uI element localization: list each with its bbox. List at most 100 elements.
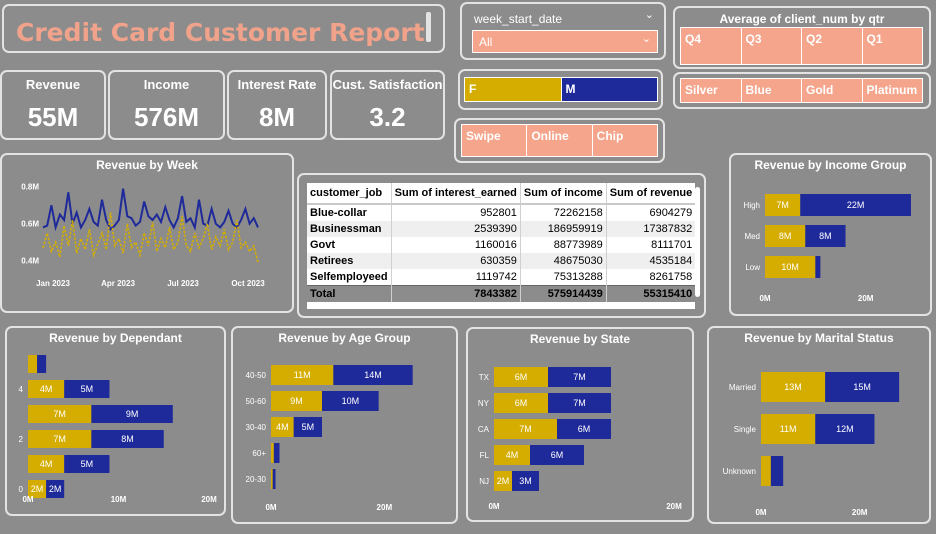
table-cell: Total [307, 285, 392, 302]
table-cell: Businessman [307, 221, 392, 237]
kpi-card-interest-rate: Interest Rate 8M [227, 70, 327, 140]
use-chip-tiles: Swipe Online Chip [461, 124, 658, 157]
use-chip-option-chip[interactable]: Chip [592, 125, 657, 156]
week-dropdown[interactable]: All ⌄ [472, 30, 658, 53]
card-option-gold[interactable]: Gold [802, 79, 863, 102]
category-label: Single [734, 425, 757, 434]
table-cell: 575914439 [520, 285, 607, 302]
card-tiles: Silver Blue Gold Platinum [680, 78, 923, 103]
x-tick-label: 20M [201, 495, 217, 504]
bar [28, 355, 38, 373]
data-label: 3M [519, 476, 532, 486]
column-header[interactable]: customer_job [307, 183, 392, 205]
category-label: 2 [19, 435, 24, 444]
qtr-option-q4[interactable]: Q4 [681, 28, 742, 64]
x-tick-label: Jan 2023 [36, 279, 70, 288]
data-label: 9M [290, 396, 303, 406]
card-option-silver[interactable]: Silver [681, 79, 742, 102]
table-cell: 6904279 [606, 204, 695, 221]
data-label: 9M [126, 409, 139, 419]
category-label: 4 [19, 385, 24, 394]
column-header[interactable]: Sum of income [520, 183, 607, 205]
bar [271, 469, 273, 489]
use-chip-option-swipe[interactable]: Swipe [462, 125, 528, 156]
table-cell: 8111701 [606, 237, 695, 253]
category-label: NY [478, 399, 490, 408]
revenue-by-state-panel: Revenue by State TX 6M 7M NY 6M 7M CA 7M 6M FL 4M 6… [466, 327, 694, 522]
qtr-option-q1[interactable]: Q1 [862, 28, 922, 64]
table-cell: 55315410 [606, 285, 695, 302]
table-row[interactable]: Selfemployeed 1119742 75313288 8261758 [307, 269, 695, 286]
data-label: 2M [49, 484, 62, 494]
data-label: 5M [302, 422, 315, 432]
data-label: 11M [294, 370, 311, 380]
category-label: 0 [19, 485, 24, 494]
table-cell: Govt [307, 237, 392, 253]
bar [761, 456, 771, 486]
revenue-by-marital-panel: Revenue by Marital Status Married 13M 15M S… [707, 326, 931, 524]
table-cell: Selfemployeed [307, 269, 392, 286]
card-slicer: Silver Blue Gold Platinum [673, 72, 931, 109]
table-row[interactable]: Blue-collar 952801 72262158 6904279 [307, 204, 695, 221]
gender-tiles: F M [464, 77, 658, 102]
revenue-by-income-panel: Revenue by Income Group High 7M 22M Med 8M 8M… [729, 153, 932, 316]
x-tick-label: 0M [22, 495, 33, 504]
chevron-down-icon[interactable]: ⌄ [645, 8, 654, 21]
gender-option-m[interactable]: M [561, 78, 657, 101]
qtr-tiles: Q4 Q3 Q2 Q1 [680, 27, 923, 65]
chart-title: Revenue by Marital Status [744, 331, 894, 345]
data-label: 8M [121, 434, 134, 444]
category-label: TX [479, 373, 490, 382]
revenue-by-week-chart: 0.4M 0.6M 0.8M Jan 2023 Apr 2023 Jul 2023 Oct … [21, 183, 265, 288]
data-label: 4M [40, 384, 53, 394]
bar [37, 355, 47, 373]
category-label: 20-30 [246, 475, 267, 484]
revenue-by-age-chart: 40-50 11M 14M 50-60 9M 10M 30-40 4M 5M 60+ 20-30 0M… [246, 365, 413, 512]
qtr-option-q2[interactable]: Q2 [802, 28, 863, 64]
data-label: 2M [31, 484, 44, 494]
column-header[interactable]: Sum of revenue [606, 183, 695, 205]
table-row[interactable]: Businessman 2539390 186959919 17387832 [307, 221, 695, 237]
x-tick-label: 20M [852, 508, 868, 517]
category-label: CA [478, 425, 490, 434]
column-header[interactable]: Sum of interest_earned [391, 183, 521, 205]
table-row[interactable]: Retirees 630359 48675030 4535184 [307, 253, 695, 269]
table-cell: 952801 [391, 204, 521, 221]
table-cell: 7843382 [391, 285, 521, 302]
bar [271, 443, 274, 463]
data-label: 8M [779, 231, 792, 241]
revenue-by-marital-chart: Married 13M 15M Single 11M 12M Unknown 0M 20M [723, 372, 900, 517]
use-chip-option-online[interactable]: Online [527, 125, 593, 156]
card-option-platinum[interactable]: Platinum [862, 79, 922, 102]
chevron-down-icon: ⌄ [641, 33, 651, 45]
table-cell: 1160016 [391, 237, 521, 253]
data-label: 6M [578, 424, 591, 434]
title-panel: Credit Card Customer Report [2, 4, 445, 53]
week-dropdown-value: All [479, 35, 493, 49]
title-scrollbar[interactable] [426, 12, 431, 42]
gender-option-f[interactable]: F [465, 78, 562, 101]
category-label: 50-60 [246, 397, 267, 406]
page-title: Credit Card Customer Report [16, 18, 425, 47]
category-label: Married [729, 383, 756, 392]
revenue-by-state-chart: TX 6M 7M NY 6M 7M CA 7M 6M FL 4M 6M NJ 2M 3M 0M 20M [478, 367, 682, 511]
bar [770, 456, 784, 486]
y-tick-label: 0.4M [21, 257, 39, 266]
chart-title: Revenue by Dependant [49, 331, 182, 345]
table-row[interactable]: Govt 1160016 88773989 8111701 [307, 237, 695, 253]
revenue-by-dependant-chart: 4 4M 5M7M 9M2 7M 8M4M 5M0 2M 2M0M 10M 20M [19, 355, 217, 504]
kpi-label: Revenue [25, 77, 81, 92]
revenue-by-dependant-panel: Revenue by Dependant 4 4M 5M 7M 9M 2 7M 8M 4M 5M 0… [5, 326, 226, 516]
data-label: 5M [81, 384, 94, 394]
qtr-option-q3[interactable]: Q3 [741, 28, 802, 64]
kpi-value: 8M [258, 102, 296, 132]
kpi-label: Income [143, 77, 190, 92]
chart-title: Revenue by Age Group [278, 331, 411, 345]
category-label: Med [744, 232, 760, 241]
table-scrollbar[interactable] [695, 187, 700, 297]
category-label: Low [745, 263, 760, 272]
series-line [42, 188, 259, 232]
x-tick-label: 20M [377, 503, 393, 512]
table-cell: 186959919 [520, 221, 607, 237]
card-option-blue[interactable]: Blue [741, 79, 802, 102]
